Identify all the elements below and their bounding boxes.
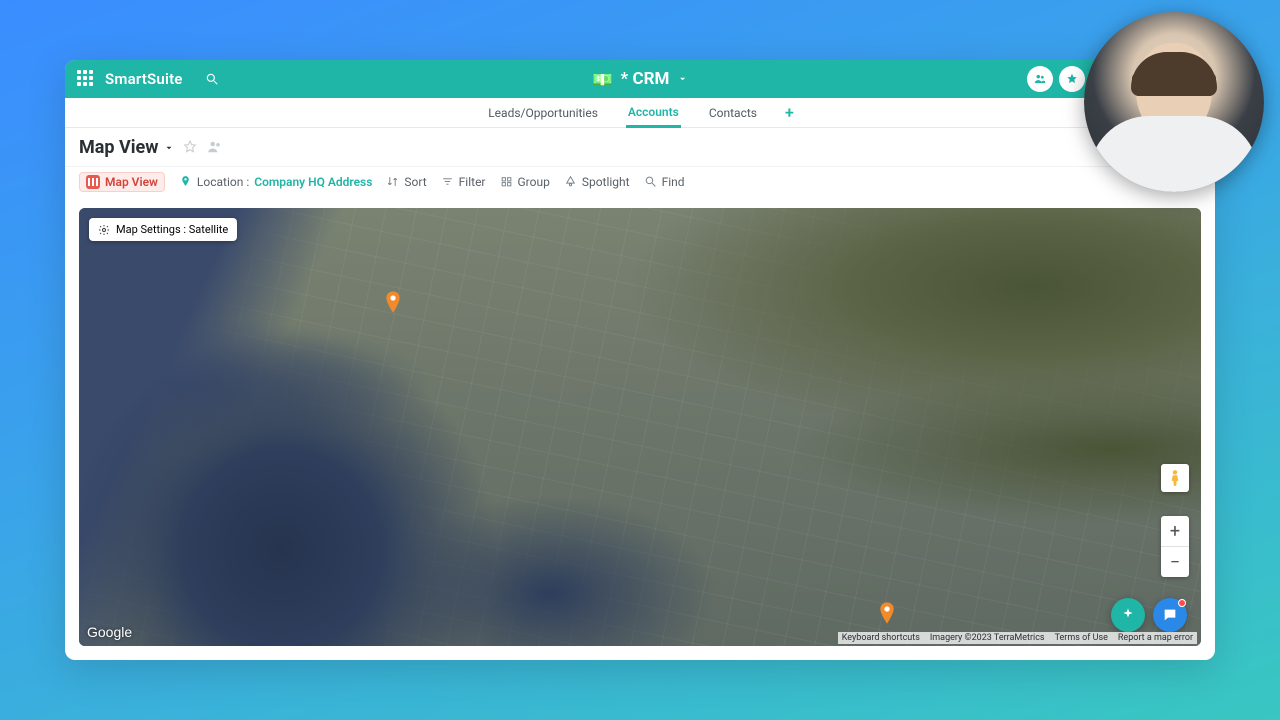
map-settings-button[interactable]: Map Settings : Satellite	[89, 218, 237, 241]
user-menu[interactable]: Avi O	[1174, 67, 1203, 91]
pegman-icon	[1168, 469, 1182, 487]
global-search-button[interactable]	[199, 66, 225, 92]
workspace-switcher[interactable]: 💵 * CRM	[593, 69, 688, 89]
map-marker[interactable]	[385, 291, 401, 313]
sort-icon	[386, 175, 399, 188]
apps-grid-icon[interactable]	[77, 70, 95, 88]
solution-tabs: Leads/Opportunities Accounts Contacts +	[65, 98, 1215, 128]
favorites-button[interactable]	[1059, 66, 1085, 92]
sparkle-icon	[1120, 607, 1136, 623]
search-icon	[205, 72, 219, 86]
sort-button[interactable]: Sort	[386, 175, 426, 189]
location-value: Company HQ Address	[254, 175, 372, 189]
unread-dot	[1178, 599, 1186, 607]
tab-leads[interactable]: Leads/Opportunities	[486, 100, 600, 126]
report-error-link[interactable]: Report a map error	[1118, 633, 1193, 643]
spotlight-button[interactable]: Spotlight	[564, 175, 630, 189]
group-button[interactable]: Group	[500, 175, 550, 189]
assistant-fab[interactable]	[1111, 598, 1145, 632]
map-settings-label: Map Settings : Satellite	[116, 223, 228, 236]
zoom-controls: + −	[1161, 516, 1189, 577]
chevron-down-icon	[677, 74, 687, 84]
check-circle-icon	[1097, 72, 1111, 86]
view-title-dropdown[interactable]: Map View	[79, 137, 174, 158]
caret-down-icon	[164, 143, 174, 153]
location-label: Location :	[197, 175, 249, 189]
favorite-view-button[interactable]	[182, 139, 198, 155]
search-icon	[644, 175, 657, 188]
members-button[interactable]	[1027, 66, 1053, 92]
find-button[interactable]: Find	[644, 175, 685, 189]
workspace-emoji: 💵	[593, 70, 613, 89]
tab-contacts[interactable]: Contacts	[707, 100, 759, 126]
imagery-credit: Imagery ©2023 TerraMetrics	[930, 633, 1045, 643]
map-canvas[interactable]: Map Settings : Satellite + −	[79, 208, 1201, 646]
notification-badge: 25	[1137, 62, 1155, 73]
tab-accounts[interactable]: Accounts	[626, 99, 681, 128]
view-title: Map View	[79, 137, 158, 158]
keyboard-shortcuts-link[interactable]: Keyboard shortcuts	[842, 633, 920, 643]
map-attribution: Keyboard shortcuts Imagery ©2023 TerraMe…	[838, 632, 1197, 644]
brand-name: SmartSuite	[105, 70, 183, 88]
map-marker[interactable]	[879, 602, 895, 624]
divider	[1161, 68, 1162, 90]
bell-icon	[1129, 72, 1143, 86]
chevron-down-icon	[1174, 74, 1184, 84]
notifications-button[interactable]: 25	[1123, 66, 1149, 92]
location-field-selector[interactable]: Location : Company HQ Address	[179, 175, 373, 189]
plus-icon: +	[1135, 136, 1157, 158]
google-logo: Google	[87, 624, 132, 640]
people-icon	[1033, 72, 1047, 86]
streetview-pegman[interactable]	[1161, 464, 1189, 492]
terms-link[interactable]: Terms of Use	[1055, 633, 1108, 643]
gear-icon	[98, 224, 110, 236]
new-record-button[interactable]: + New	[1131, 133, 1201, 161]
filter-button[interactable]: Filter	[441, 175, 486, 189]
tasks-button[interactable]	[1091, 66, 1117, 92]
chat-fab[interactable]	[1153, 598, 1187, 632]
location-pin-icon	[179, 175, 192, 188]
star-icon	[1065, 72, 1079, 86]
spotlight-icon	[564, 175, 577, 188]
chat-icon	[1162, 607, 1178, 623]
view-type-label: Map View	[105, 175, 158, 189]
filter-icon	[441, 175, 454, 188]
add-tab-button[interactable]: +	[785, 103, 794, 122]
new-button-label: New	[1163, 140, 1189, 155]
workspace-name: * CRM	[621, 69, 670, 89]
group-icon	[500, 175, 513, 188]
zoom-in-button[interactable]: +	[1161, 516, 1189, 546]
zoom-out-button[interactable]: −	[1161, 547, 1189, 577]
view-type-map[interactable]: Map View	[79, 172, 165, 192]
user-line2: O	[1188, 79, 1203, 91]
map-view-icon	[86, 175, 100, 189]
share-view-button[interactable]	[206, 138, 224, 156]
satellite-layer	[79, 208, 1201, 646]
